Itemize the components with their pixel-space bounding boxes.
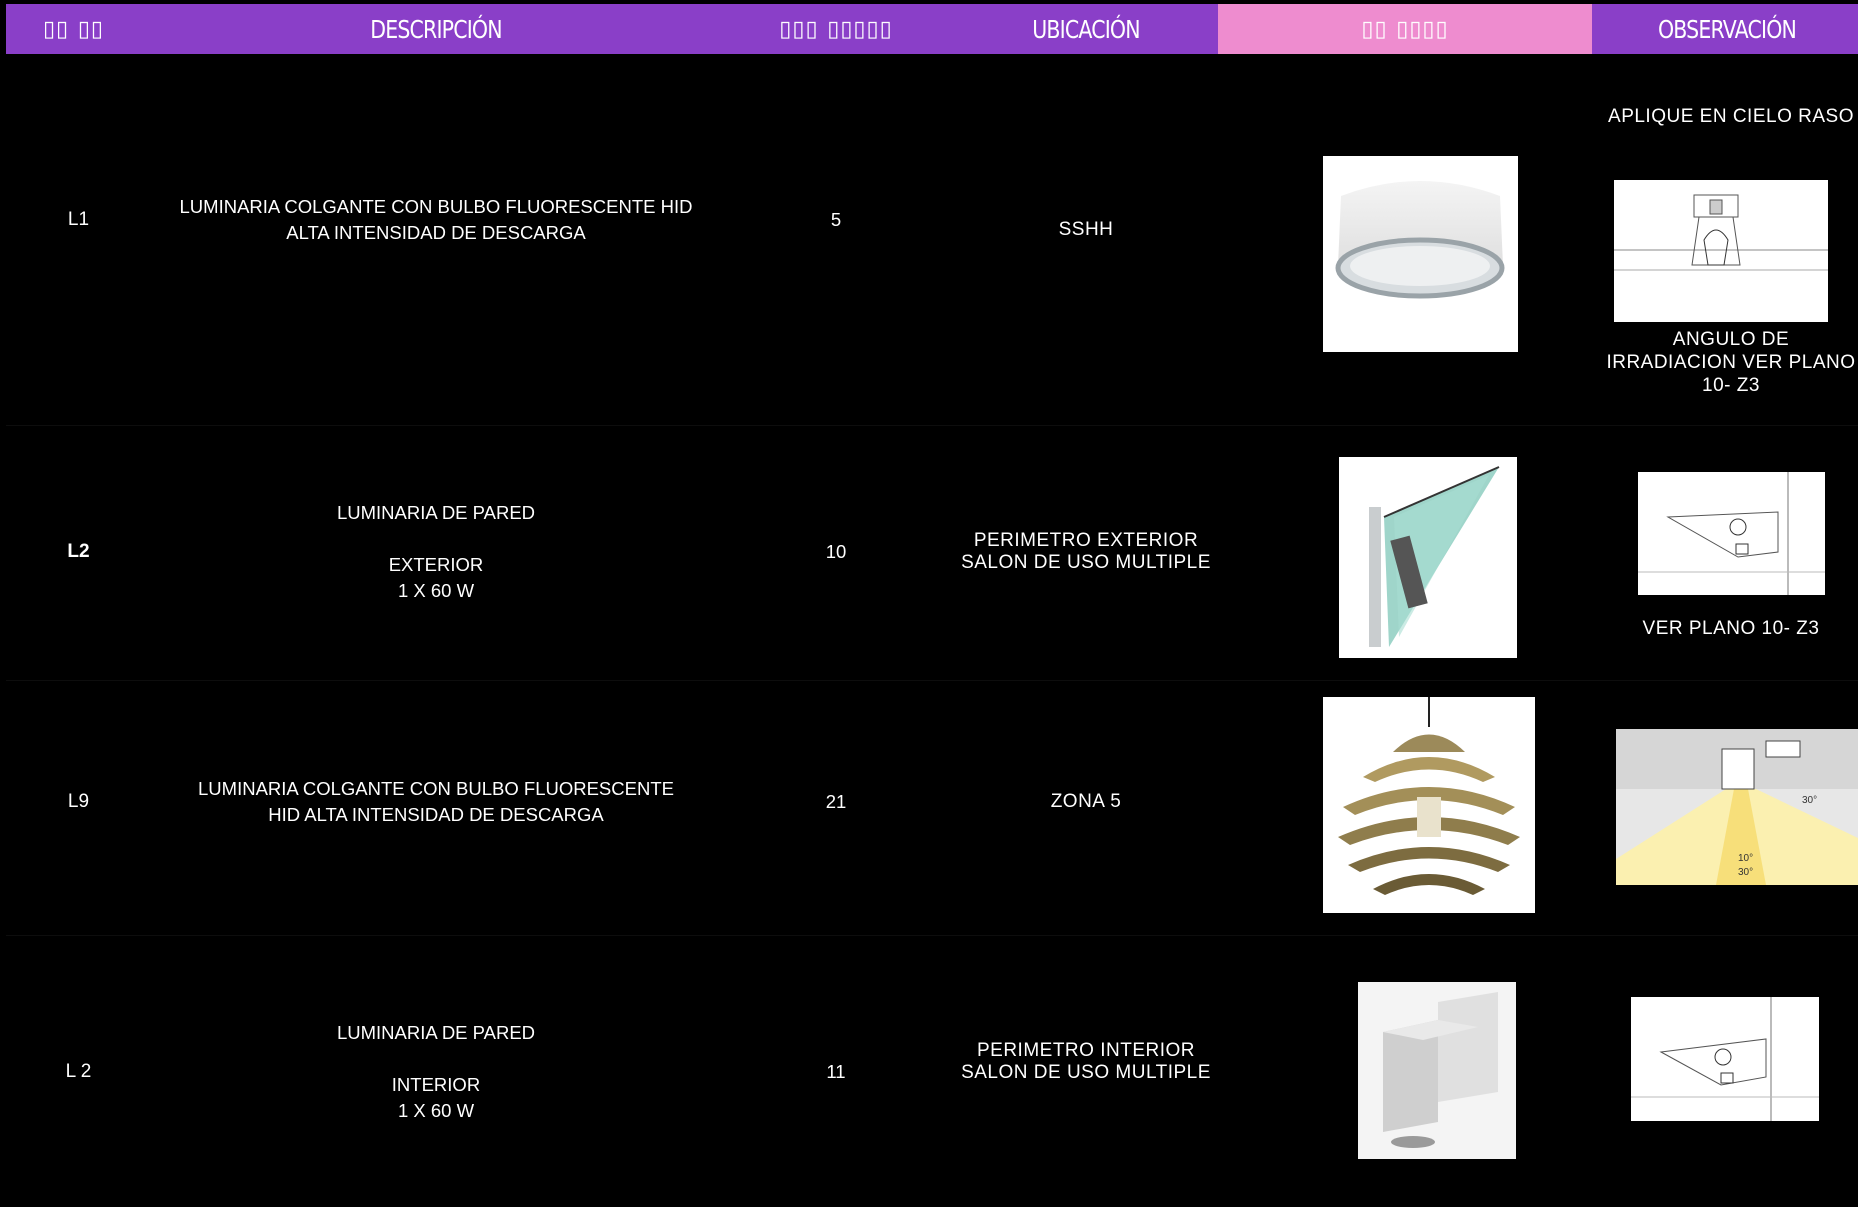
ceiling-fixture-drawing — [1614, 180, 1828, 322]
row-description: LUMINARIA DE PARED INTERIOR 1 X 60 W — [156, 937, 716, 1207]
row-code: L9 — [67, 791, 90, 812]
row-location: SSHH — [1058, 219, 1114, 240]
desc-line: ALTA INTENSIDAD DE DESCARGA — [286, 222, 586, 243]
desc-line: HID ALTA INTENSIDAD DE DESCARGA — [268, 804, 604, 825]
header-description: DESCRIPCIÓN — [370, 14, 502, 44]
table-row: L1 LUMINARIA COLGANTE CON BULBO FLUORESC… — [6, 55, 1858, 426]
row-quantity: 5 — [830, 209, 842, 230]
row-quantity: 11 — [826, 1061, 846, 1082]
table-row: L2 LUMINARIA DE PARED EXTERIOR 1 X 60 W … — [6, 427, 1858, 681]
row-location: PERIMETRO INTERIOR SALON DE USO MULTIPLE — [961, 1040, 1211, 1083]
row-location: ZONA 5 — [1050, 791, 1122, 812]
angle-label: 30° — [1738, 867, 1753, 878]
row-code: L2 — [67, 541, 90, 562]
table-header: ▯▯ ▯▯ DESCRIPCIÓN ▯▯▯ ▯▯▯▯▯ UBICACIÓN ▯▯… — [6, 4, 1858, 54]
irradiation-angle-drawing: 30° 10° 30° — [1616, 729, 1858, 885]
cube-wall-light-photo — [1358, 982, 1516, 1159]
header-quantity: ▯▯▯ ▯▯▯▯▯ — [779, 16, 893, 42]
row-location: PERIMETRO EXTERIOR SALON DE USO MULTIPLE — [961, 530, 1211, 573]
desc-line: LUMINARIA DE PARED — [336, 1022, 536, 1043]
row-description: LUMINARIA COLGANTE CON BULBO FLUORESCENT… — [156, 55, 716, 385]
header-code: ▯▯ ▯▯ — [42, 16, 105, 42]
row-description: LUMINARIA COLGANTE CON BULBO FLUORESCENT… — [156, 682, 716, 922]
desc-line: EXTERIOR — [388, 554, 484, 575]
desc-line: LUMINARIA COLGANTE CON BULBO FLUORESCENT… — [198, 778, 674, 799]
row-description: LUMINARIA DE PARED EXTERIOR 1 X 60 W — [156, 427, 716, 677]
row-observation-bottom: ANGULO DE IRRADIACION VER PLANO 10- Z3 — [1606, 329, 1856, 396]
row-quantity: 21 — [825, 791, 847, 812]
row-code: L1 — [67, 209, 90, 230]
header-location: UBICACIÓN — [1032, 14, 1140, 44]
table-row: L 2 LUMINARIA DE PARED INTERIOR 1 X 60 W… — [6, 937, 1858, 1159]
wall-fixture-drawing — [1631, 997, 1819, 1121]
header-image: ▯▯ ▯▯▯▯ — [1218, 4, 1592, 54]
wall-fixture-drawing — [1638, 472, 1825, 595]
ceiling-downlight-photo — [1323, 156, 1518, 352]
header-observation: OBSERVACIÓN — [1657, 14, 1797, 44]
pendant-lamp-photo — [1323, 697, 1535, 913]
desc-line: 1 X 60 W — [397, 1100, 475, 1121]
row-code: L 2 — [65, 1061, 92, 1082]
row-observation-bottom: VER PLANO 10- Z3 — [1642, 618, 1820, 639]
glass-wall-sconce-photo — [1339, 457, 1517, 658]
row-quantity: 10 — [825, 541, 847, 562]
desc-line: LUMINARIA DE PARED — [336, 502, 536, 523]
table-row: L9 LUMINARIA COLGANTE CON BULBO FLUORESC… — [6, 682, 1858, 936]
desc-line: INTERIOR — [391, 1074, 481, 1095]
desc-line: 1 X 60 W — [397, 580, 475, 601]
angle-label: 10° — [1738, 853, 1753, 864]
desc-line: LUMINARIA COLGANTE CON BULBO FLUORESCENT… — [179, 196, 693, 217]
angle-label: 30° — [1802, 795, 1817, 806]
row-observation-top: APLIQUE EN CIELO RASO — [1608, 106, 1854, 127]
